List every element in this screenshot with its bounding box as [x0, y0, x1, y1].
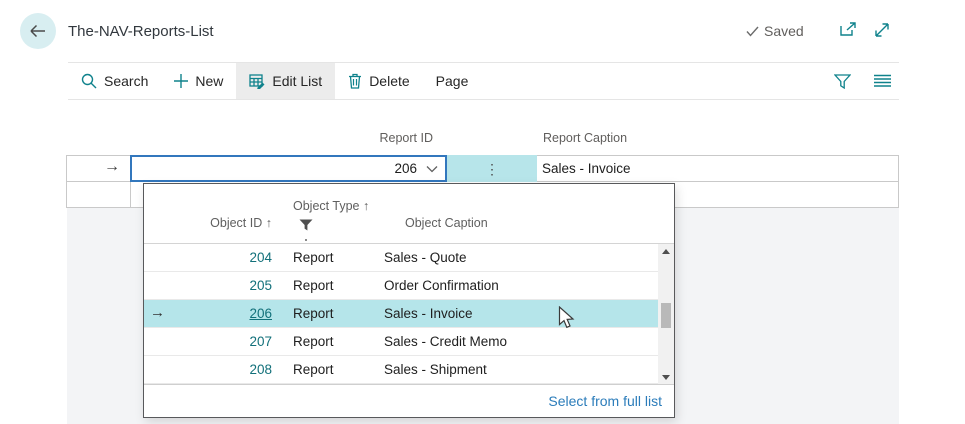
object-caption-value: Order Confirmation [384, 278, 499, 293]
report-id-cell [130, 155, 447, 182]
edit-list-button[interactable]: Edit List [236, 63, 335, 99]
delete-button[interactable]: Delete [335, 63, 422, 99]
triangle-down-icon [662, 375, 670, 380]
object-type-filter-button[interactable] [299, 218, 313, 241]
open-in-new-window-button[interactable] [840, 22, 857, 42]
choose-columns-button[interactable] [874, 74, 891, 88]
saved-label: Saved [764, 23, 804, 39]
column-header-report-id[interactable]: Report ID [333, 131, 433, 145]
back-button[interactable] [20, 13, 56, 49]
filter-indicator-dot [305, 239, 307, 241]
delete-label: Delete [369, 73, 409, 89]
list-lines-icon [874, 74, 891, 88]
object-type-value: Report [272, 362, 384, 377]
object-id-value[interactable]: 205 [144, 278, 272, 293]
search-button[interactable]: Search [68, 63, 161, 99]
resize-window-button[interactable] [874, 22, 890, 43]
object-id-value[interactable]: 204 [144, 250, 272, 265]
lookup-column-object-id[interactable]: Object ID ↑ [144, 216, 272, 230]
expand-diagonal-icon [874, 22, 890, 38]
plus-icon [174, 74, 188, 88]
business-central-window: The-NAV-Reports-List Saved Search [0, 0, 965, 424]
active-row-indicator: → [104, 158, 120, 176]
lookup-row-204[interactable]: 204 Report Sales - Quote [144, 244, 658, 272]
search-icon [81, 73, 97, 89]
page-title: The-NAV-Reports-List [68, 23, 214, 40]
lookup-footer: Select from full list [144, 384, 674, 417]
new-button[interactable]: New [161, 63, 236, 99]
scroll-down-button[interactable] [658, 370, 674, 385]
save-status: Saved [746, 23, 804, 39]
report-caption-cell: Sales - Invoice [542, 161, 631, 176]
sort-ascending-icon: ↑ [266, 216, 272, 230]
lookup-column-object-type[interactable]: Object Type ↑ [293, 199, 369, 213]
object-id-label: Object ID [210, 216, 262, 230]
object-id-value[interactable]: 207 [144, 334, 272, 349]
lookup-column-object-caption[interactable]: Object Caption [405, 216, 488, 230]
lookup-row-205[interactable]: 205 Report Order Confirmation [144, 272, 658, 300]
lookup-row-207[interactable]: 207 Report Sales - Credit Memo [144, 328, 658, 356]
trash-icon [348, 73, 362, 89]
lookup-header: Object ID ↑ Object Type ↑ Object Caption [144, 184, 674, 244]
new-label: New [195, 73, 223, 89]
report-id-input[interactable] [138, 161, 426, 176]
column-header-report-caption[interactable]: Report Caption [543, 131, 627, 145]
chevron-down-icon[interactable] [426, 165, 438, 173]
assist-edit-button[interactable]: ⋮ [447, 155, 537, 182]
lookup-scrollbar[interactable] [658, 244, 674, 385]
filter-funnel-icon [834, 74, 851, 89]
selected-row-indicator: → [150, 304, 165, 321]
object-caption-label: Object Caption [405, 216, 488, 230]
search-label: Search [104, 73, 148, 89]
page-label: Page [436, 73, 469, 89]
object-type-value: Report [272, 334, 384, 349]
edit-list-label: Edit List [272, 73, 322, 89]
object-type-value: Report [272, 250, 384, 265]
object-type-value: Report [272, 306, 384, 321]
scrollbar-thumb[interactable] [661, 303, 671, 328]
select-from-full-list-link[interactable]: Select from full list [548, 393, 662, 409]
edit-list-icon [249, 74, 265, 89]
lookup-row-208[interactable]: 208 Report Sales - Shipment [144, 356, 658, 384]
sort-ascending-icon: ↑ [363, 199, 369, 213]
page-menu-button[interactable]: Page [423, 63, 482, 99]
lookup-row-206-selected[interactable]: → 206 Report Sales - Invoice [144, 300, 658, 328]
saved-check-icon [746, 26, 759, 37]
filter-applied-icon [299, 219, 313, 231]
lookup-rows: 204 Report Sales - Quote 205 Report Orde… [144, 244, 674, 384]
triangle-up-icon [662, 249, 670, 254]
report-id-lookup-dropdown: Object ID ↑ Object Type ↑ Object Caption… [143, 183, 675, 418]
object-caption-value: Sales - Quote [384, 250, 467, 265]
popout-icon [840, 22, 857, 37]
object-caption-value: Sales - Shipment [384, 362, 487, 377]
object-type-label: Object Type [293, 199, 359, 213]
object-id-value[interactable]: 208 [144, 362, 272, 377]
action-toolbar: Search New Edit List Delete Pag [68, 62, 899, 100]
object-caption-value: Sales - Invoice [384, 306, 473, 321]
filter-button[interactable] [834, 74, 851, 89]
object-type-value: Report [272, 278, 384, 293]
scroll-up-button[interactable] [658, 244, 674, 259]
object-caption-value: Sales - Credit Memo [384, 334, 507, 349]
back-arrow-icon [29, 24, 47, 38]
